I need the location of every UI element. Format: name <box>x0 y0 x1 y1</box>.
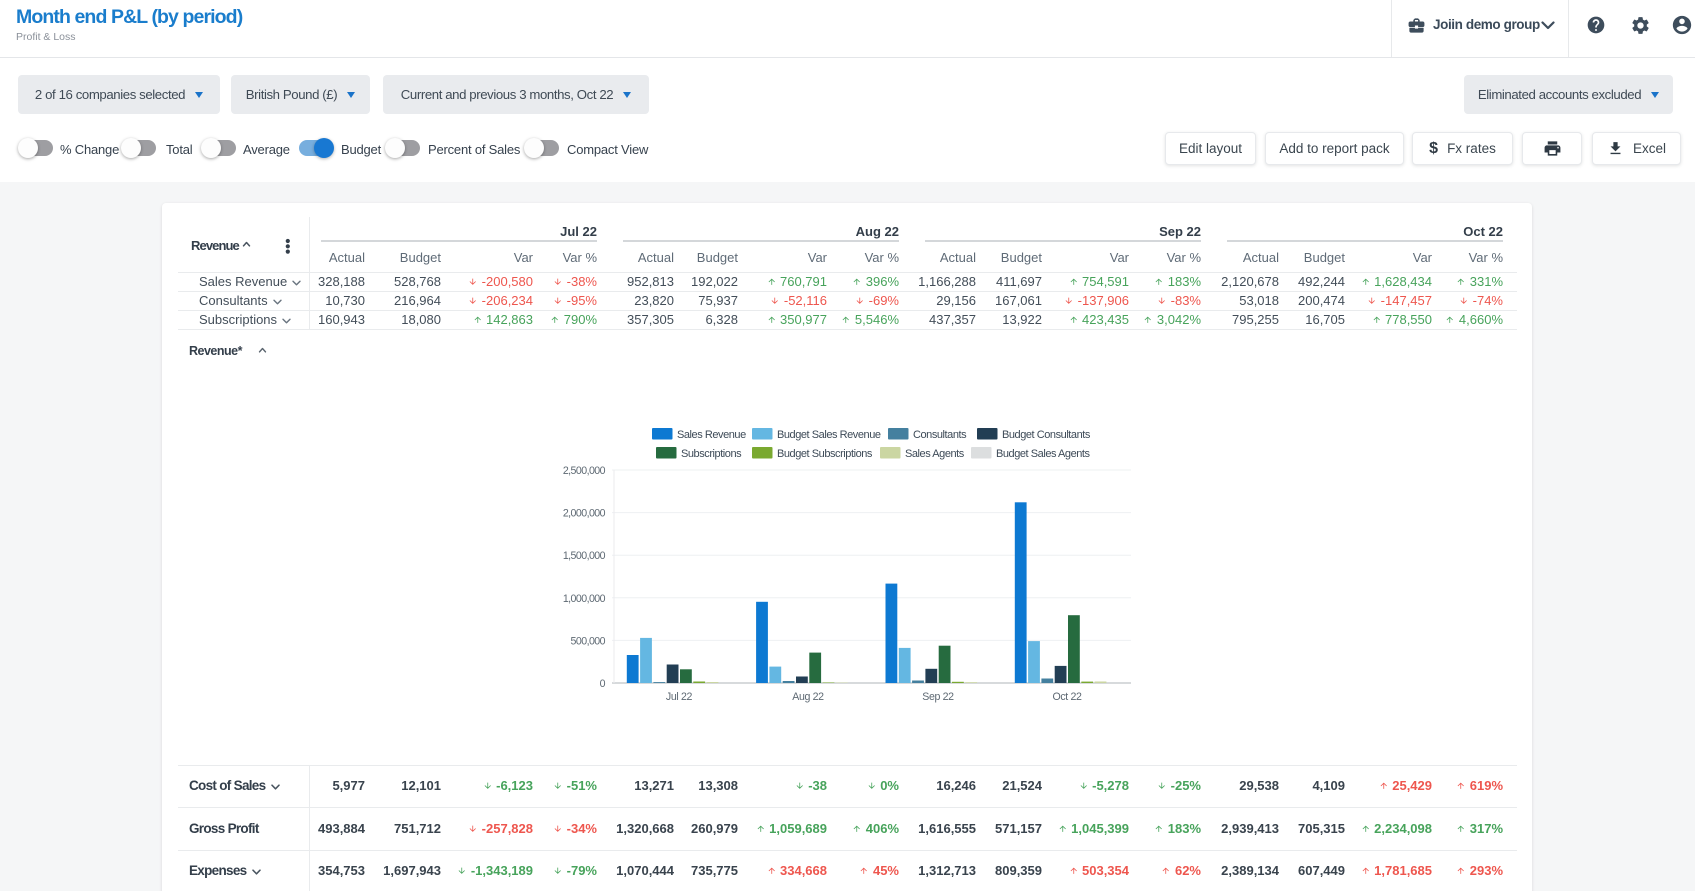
svg-text:Oct 22: Oct 22 <box>1052 691 1082 703</box>
svg-text:0: 0 <box>600 678 606 690</box>
svg-text:2,000,000: 2,000,000 <box>563 508 606 520</box>
svg-text:Sales Revenue: Sales Revenue <box>677 429 746 441</box>
svg-text:Subscriptions: Subscriptions <box>681 448 742 460</box>
svg-text:500,000: 500,000 <box>571 635 606 647</box>
svg-text:Consultants: Consultants <box>913 429 967 441</box>
svg-text:Sales Agents: Sales Agents <box>905 448 965 460</box>
svg-text:Budget Consultants: Budget Consultants <box>1002 429 1091 441</box>
svg-text:Aug 22: Aug 22 <box>792 691 824 703</box>
svg-text:2,500,000: 2,500,000 <box>563 465 606 477</box>
svg-text:1,000,000: 1,000,000 <box>563 593 606 605</box>
svg-text:Budget Sales Revenue: Budget Sales Revenue <box>777 429 881 441</box>
svg-text:Budget Sales Agents: Budget Sales Agents <box>996 448 1091 460</box>
svg-text:Sep 22: Sep 22 <box>922 691 954 703</box>
svg-text:Jul 22: Jul 22 <box>666 691 693 703</box>
svg-text:Budget Subscriptions: Budget Subscriptions <box>777 448 873 460</box>
svg-text:1,500,000: 1,500,000 <box>563 550 606 562</box>
